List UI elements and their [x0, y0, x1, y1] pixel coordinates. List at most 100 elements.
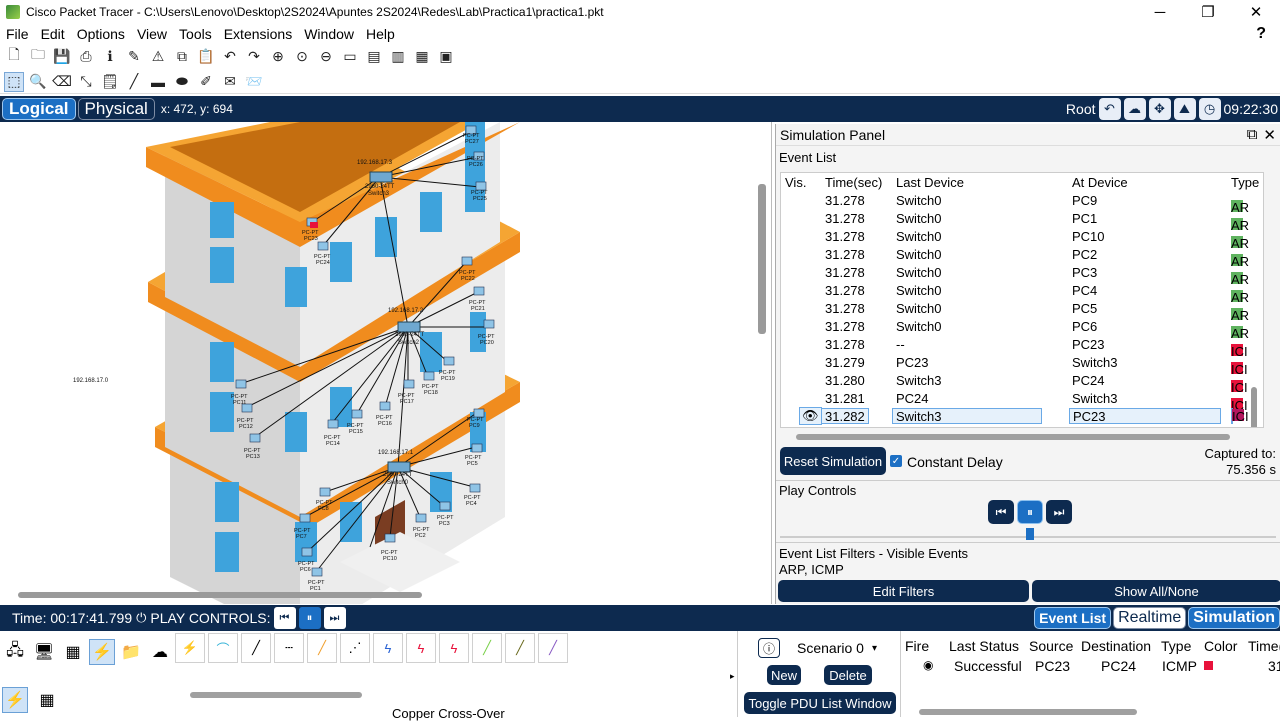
drawing-palette-icon[interactable]: ▭	[340, 46, 360, 66]
copper-straight-icon[interactable]: ╱	[241, 633, 271, 663]
delete-scenario-button[interactable]: Delete	[824, 665, 872, 685]
toggle-pdu-list-button[interactable]: Toggle PDU List Window	[744, 692, 896, 714]
step-back-button[interactable]: ⏮	[988, 500, 1014, 524]
viewport-icon[interactable]: ✥	[1148, 98, 1171, 120]
image-icon[interactable]: ▣	[436, 46, 456, 66]
event-row[interactable]: 31.280 Switch3 PC24 ICI	[781, 371, 1263, 396]
panel-close-icon[interactable]: ✕	[1263, 126, 1276, 144]
col-time[interactable]: Time(sec)	[825, 175, 882, 190]
activity-wizard-icon[interactable]: ✎	[124, 46, 144, 66]
step-forward-button[interactable]: ⏭	[1046, 500, 1072, 524]
add-complex-pdu-icon[interactable]: 📨	[244, 72, 264, 92]
connections-sub-icon[interactable]: ⚡	[2, 687, 28, 713]
eye-icon[interactable]: 👁	[799, 407, 822, 425]
menu-tools[interactable]: Tools	[173, 26, 218, 42]
connection-list-scrollbar[interactable]	[190, 692, 362, 698]
help-icon[interactable]: ?	[1250, 25, 1272, 43]
connections-icon[interactable]: ⚡	[89, 639, 115, 665]
logical-workspace[interactable]: 192.168.17.3 2960-24TT Switch3 192.168.1…	[0, 122, 772, 604]
delete-icon[interactable]: ⌫	[52, 72, 72, 92]
octal-cable-icon[interactable]: ╱	[472, 633, 502, 663]
event-row[interactable]: 31.278 Switch0 PC6 AR	[781, 317, 1263, 342]
constant-delay-checkbox[interactable]: ✓	[890, 455, 902, 467]
pdu-icon[interactable]: ▦	[412, 46, 432, 66]
event-row[interactable]: 31.278 -- PC23 ICI	[781, 335, 1263, 360]
print-icon[interactable]: ⎙	[76, 46, 96, 66]
ellipse-icon[interactable]: ⬬	[172, 72, 192, 92]
event-list-toggle[interactable]: Event List	[1034, 607, 1112, 629]
pdu-col-color[interactable]: Color	[1204, 638, 1237, 654]
console-cable-icon[interactable]: ⌒	[208, 633, 238, 663]
new-scenario-button[interactable]: New	[767, 665, 801, 685]
bar-step-back-button[interactable]: ⏮	[273, 607, 296, 629]
save-icon[interactable]: 💾	[52, 46, 72, 66]
realtime-mode-button[interactable]: Realtime	[1113, 607, 1187, 629]
undo-icon[interactable]: ↶	[220, 46, 240, 66]
event-row[interactable]: 31.279 PC23 Switch3 ICI	[781, 353, 1263, 378]
event-row[interactable]: 31.278 Switch0 PC10 AR	[781, 227, 1263, 252]
cluster-icon[interactable]: ☁	[1123, 98, 1146, 120]
bar-pause-button[interactable]: ⏸	[298, 607, 321, 629]
menu-view[interactable]: View	[131, 26, 173, 42]
usb-cable-icon[interactable]: ╱	[538, 633, 568, 663]
zoom-out-icon[interactable]: ⊖	[316, 46, 336, 66]
components-icon[interactable]: ▦	[60, 639, 86, 665]
edit-filters-button[interactable]: Edit Filters	[778, 580, 1029, 602]
event-row[interactable]: 31.278 Switch0 PC4 AR	[781, 281, 1263, 306]
logical-tab[interactable]: Logical	[2, 98, 76, 120]
event-row[interactable]: 👁 31.282 Switch3 PC23 ICI	[781, 407, 1263, 425]
structured-cabling-icon[interactable]: ▦	[34, 687, 60, 713]
background-image-icon[interactable]: ⛰	[1173, 98, 1196, 120]
add-simple-pdu-icon[interactable]: ✉	[220, 72, 240, 92]
menu-edit[interactable]: Edit	[35, 26, 71, 42]
menu-extensions[interactable]: Extensions	[218, 26, 298, 42]
scenario-info-icon[interactable]: ⓘ	[758, 638, 780, 658]
bar-step-forward-button[interactable]: ⏭	[323, 607, 346, 629]
rectangle-icon[interactable]: ▬	[148, 72, 168, 92]
event-row[interactable]: 31.278 Switch0 PC3 AR	[781, 263, 1263, 288]
pdu-col-fire[interactable]: Fire	[905, 638, 929, 654]
pdu-list-scrollbar[interactable]	[919, 709, 1137, 715]
event-row[interactable]: 31.278 Switch0 PC2 AR	[781, 245, 1263, 270]
back-icon[interactable]: ↶	[1098, 98, 1121, 120]
copy-icon[interactable]: ⧉	[172, 46, 192, 66]
line-icon[interactable]: ╱	[124, 72, 144, 92]
network-devices-icon[interactable]: 🖧	[2, 639, 28, 665]
end-devices-icon[interactable]: 🖥	[31, 639, 57, 665]
close-button[interactable]: ✕	[1232, 0, 1280, 24]
collapse-arrow-icon[interactable]: ▸	[730, 671, 735, 682]
inspect-icon[interactable]: 🔍	[28, 72, 48, 92]
pdu-col-destination[interactable]: Destination	[1081, 638, 1151, 654]
pdu-col-status[interactable]: Last Status	[949, 638, 1019, 654]
canvas-vertical-scrollbar[interactable]	[758, 184, 766, 334]
serial-dce-icon[interactable]: ϟ	[406, 633, 436, 663]
power-cycle-icon[interactable]: ⏻	[136, 610, 146, 626]
event-list-vertical-scrollbar[interactable]	[1251, 387, 1257, 427]
view-commands-icon[interactable]: ▥	[388, 46, 408, 66]
auto-connection-icon[interactable]: ⚡	[175, 633, 205, 663]
event-row[interactable]: 31.278 Switch0 PC9 AR	[781, 191, 1263, 216]
new-file-icon[interactable]: 🗋	[4, 46, 24, 66]
undock-icon[interactable]: ⧉	[1247, 126, 1258, 144]
paste-icon[interactable]: 📋	[196, 46, 216, 66]
note-icon[interactable]: 🗒	[100, 72, 120, 92]
play-speed-slider-thumb[interactable]	[1026, 528, 1034, 540]
pdu-col-source[interactable]: Source	[1029, 638, 1073, 654]
pdu-col-type[interactable]: Type	[1161, 638, 1191, 654]
coaxial-cable-icon[interactable]: ϟ	[373, 633, 403, 663]
canvas-horizontal-scrollbar[interactable]	[18, 592, 422, 598]
select-icon[interactable]: ⬚	[4, 71, 24, 92]
fire-indicator-icon[interactable]: ◉	[923, 658, 933, 672]
multiuser-icon[interactable]: ☁	[147, 639, 173, 665]
menu-options[interactable]: Options	[71, 26, 131, 42]
iot-custom-cable-icon[interactable]: ╱	[505, 633, 535, 663]
serial-dte-icon[interactable]: ϟ	[439, 633, 469, 663]
scenario-select[interactable]: Scenario 0 ▾	[793, 637, 881, 659]
event-list-horizontal-scrollbar[interactable]	[796, 434, 1230, 440]
col-at-device[interactable]: At Device	[1072, 175, 1128, 190]
show-all-none-button[interactable]: Show All/None	[1032, 580, 1280, 602]
menu-help[interactable]: Help	[360, 26, 401, 42]
freeform-icon[interactable]: ✐	[196, 72, 216, 92]
col-last-device[interactable]: Last Device	[896, 175, 964, 190]
zoom-reset-icon[interactable]: ⊙	[292, 46, 312, 66]
